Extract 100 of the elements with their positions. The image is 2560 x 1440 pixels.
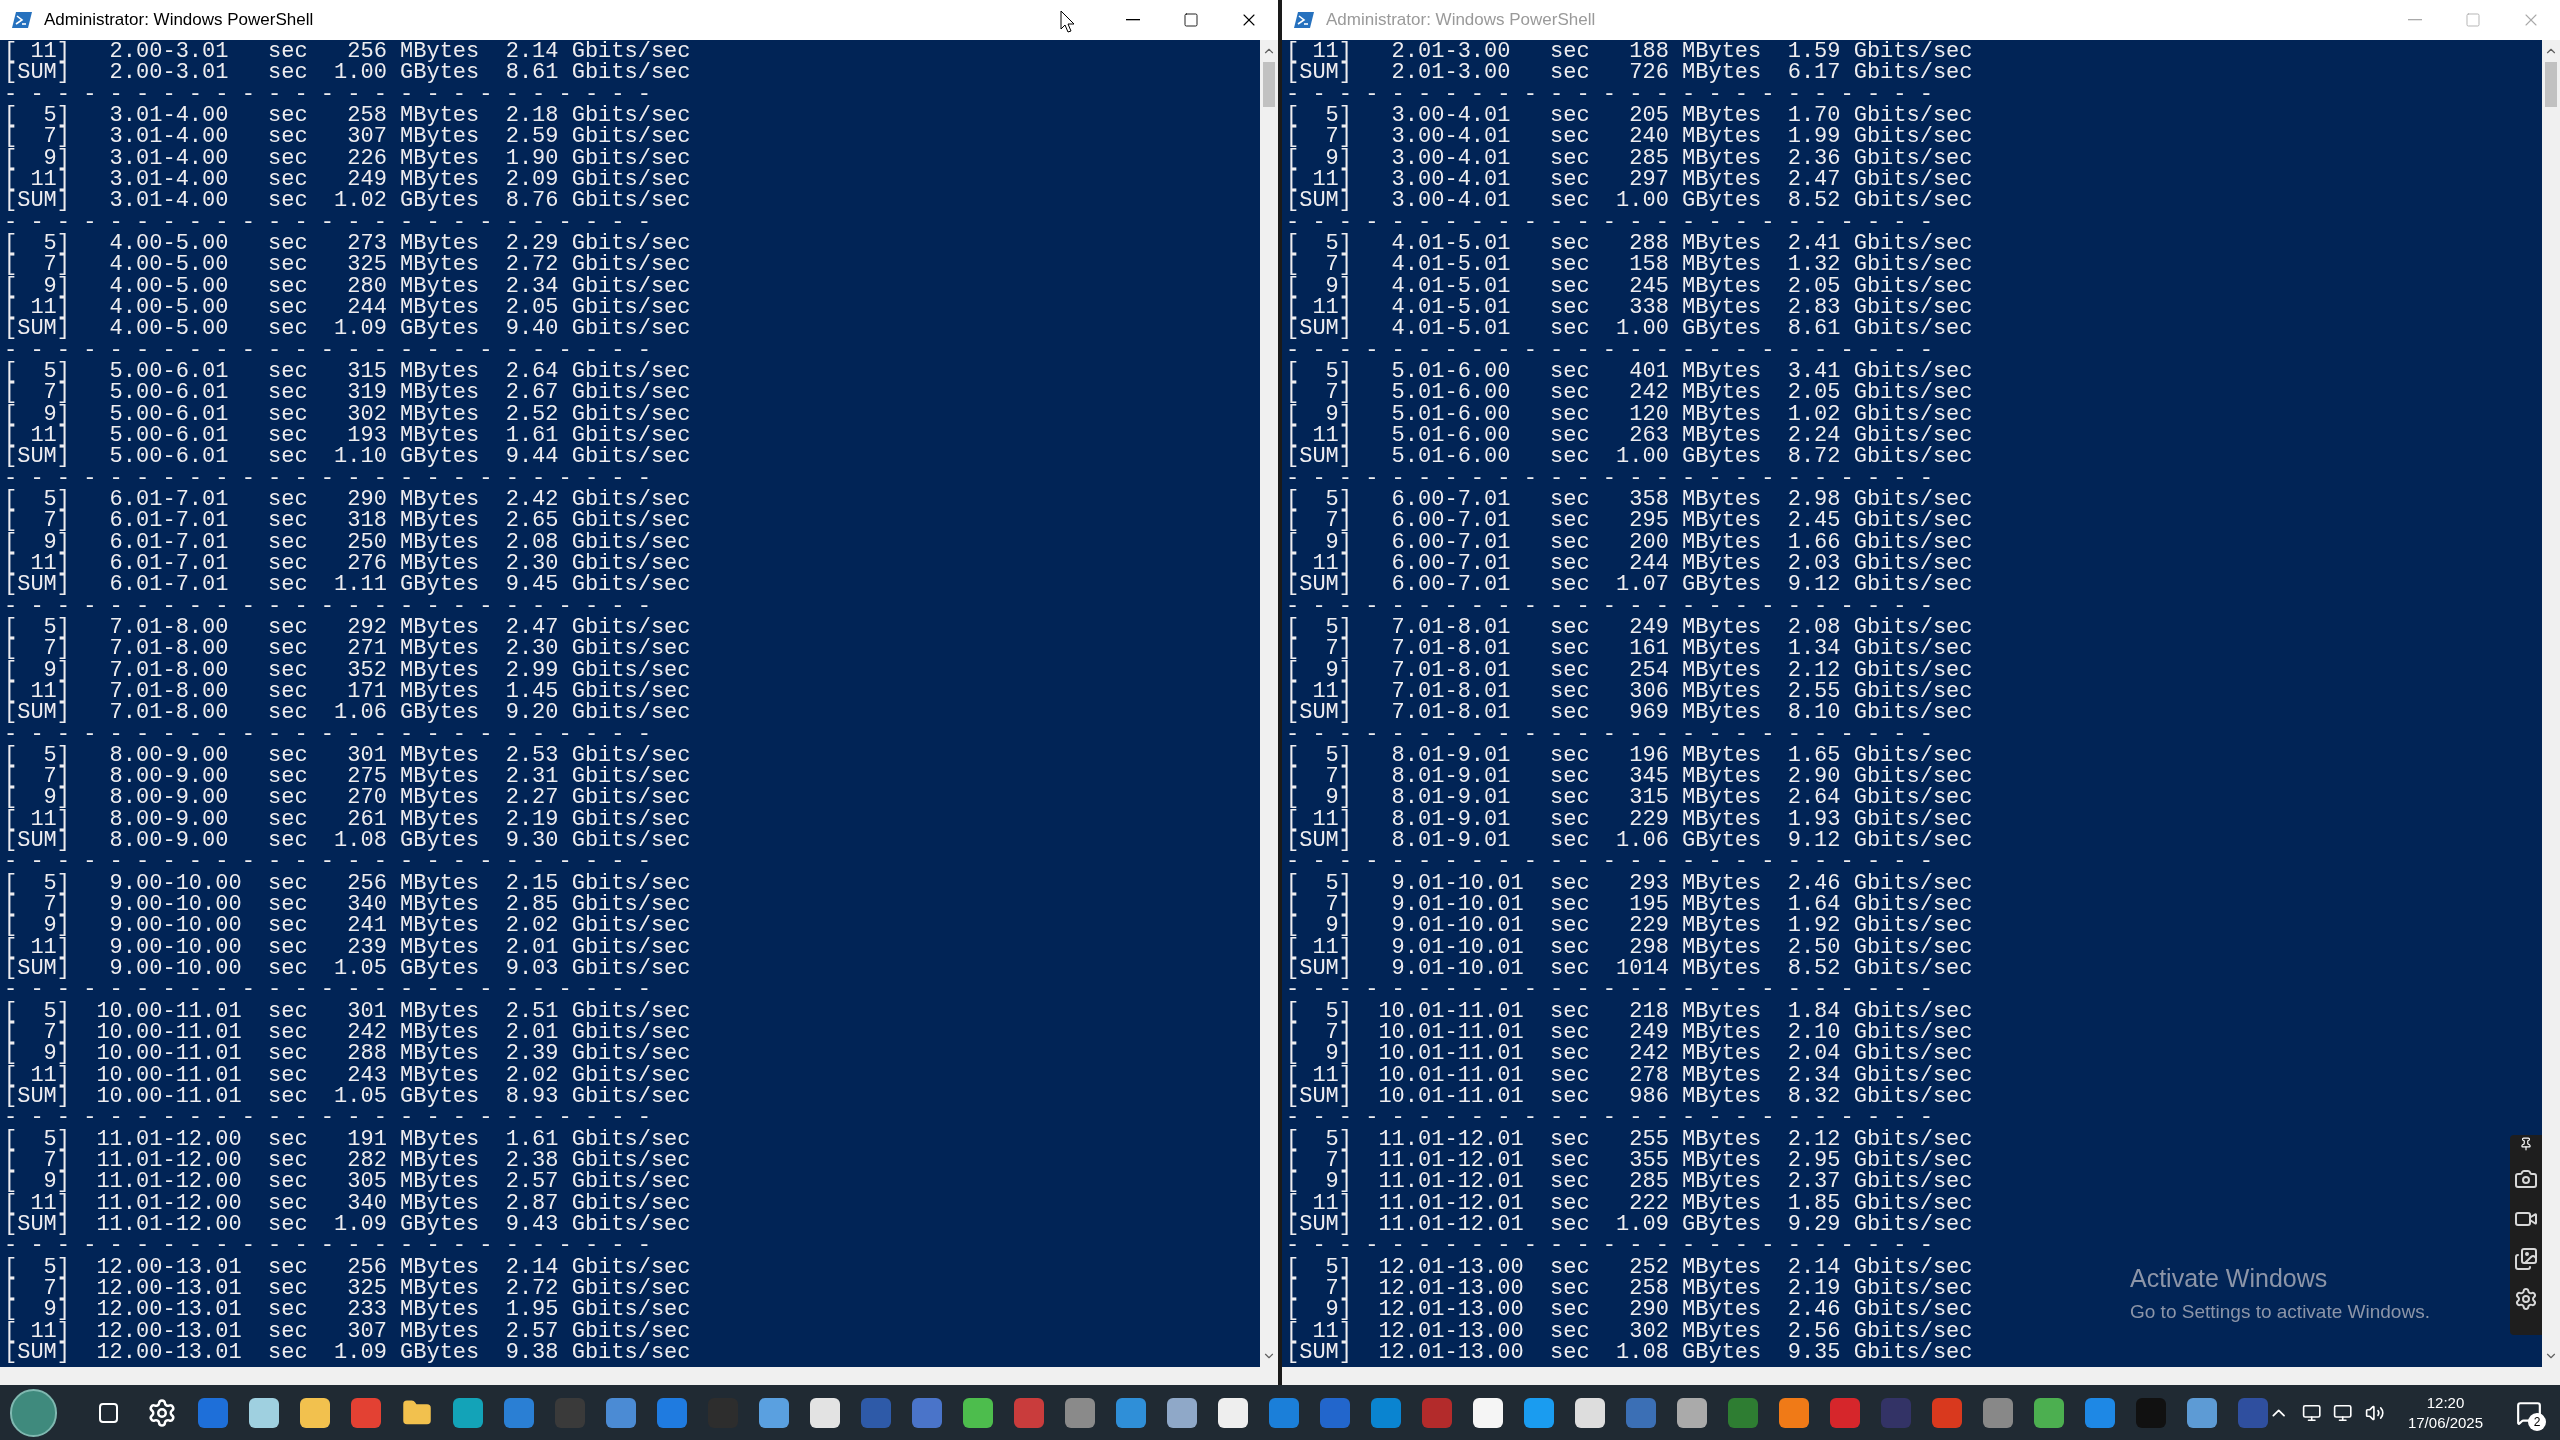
console-line: [ 11] 7.01-8.01 sec 306 MBytes 2.55 Gbits/sec (1286, 680, 1973, 703)
console-line: [ 7] 7.01-8.00 sec 271 MBytes 2.30 Gbits/sec (4, 638, 691, 660)
start-button[interactable] (10, 1388, 57, 1437)
console-line: [ 5] 5.00-6.01 sec 315 MBytes 2.64 Gbits/sec (4, 360, 691, 383)
console-line: [ 9] 10.00-11.01 sec 288 MBytes 2.39 Gbits/sec (4, 1043, 691, 1065)
console-line: [ 5] 10.00-11.01 sec 301 MBytes 2.51 Gbits/sec (4, 1000, 691, 1023)
console-line: [ 7] 9.00-10.00 sec 340 MBytes 2.85 Gbits/sec (4, 894, 691, 916)
window-title: Administrator: Windows PowerShell (44, 9, 314, 32)
console-line: [ 11] 3.01-4.00 sec 249 MBytes 2.09 Gbits/sec (4, 168, 691, 191)
console-line: [ 11] 12.01-13.00 sec 302 MBytes 2.56 Gbits/sec (1286, 1320, 1973, 1342)
scrollbar-thumb[interactable] (1263, 62, 1275, 107)
vertical-scrollbar[interactable] (2542, 40, 2560, 1367)
powershell-icon (12, 12, 32, 28)
console-line: [ 11] 11.01-12.00 sec 340 MBytes 2.87 Gbits/sec (4, 1192, 691, 1215)
console-line: [ 11] 8.00-9.00 sec 261 MBytes 2.19 Gbits/sec (4, 808, 691, 831)
console-line: [ 9] 8.01-9.01 sec 315 MBytes 2.64 Gbits/sec (1286, 787, 1973, 809)
console-line: [ 5] 6.00-7.01 sec 358 MBytes 2.98 Gbits/sec (1286, 488, 1973, 511)
maximize-icon (2465, 12, 2481, 28)
console-line: [SUM] 2.00-3.01 sec 1.00 GBytes 8.61 Gbits/sec (4, 62, 691, 84)
gallery-icon[interactable] (2514, 1247, 2538, 1271)
app-icon[interactable] (300, 1397, 331, 1428)
console-line: [ 7] 3.01-4.00 sec 307 MBytes 2.59 Gbits/sec (4, 126, 691, 148)
console-line: [ 5] 8.01-9.01 sec 196 MBytes 1.65 Gbits/sec (1286, 744, 1973, 767)
device-icon[interactable] (2301, 1402, 2322, 1423)
console-line: [ 9] 9.01-10.01 sec 229 MBytes 1.92 Gbits/sec (1286, 915, 1973, 937)
console-line: [ 5] 5.01-6.00 sec 401 MBytes 3.41 Gbits/sec (1286, 360, 1973, 383)
app-icon[interactable] (1575, 1397, 1606, 1428)
console-line: [ 9] 8.00-9.00 sec 270 MBytes 2.27 Gbits/sec (4, 787, 691, 809)
console-line: [ 5] 3.00-4.01 sec 205 MBytes 1.70 Gbits/sec (1286, 105, 1973, 127)
console-line: [SUM] 11.01-12.00 sec 1.09 GBytes 9.43 Gbits/sec (4, 1214, 691, 1236)
minimize-icon (1126, 19, 1140, 21)
horizontal-scrollbar[interactable] (0, 1367, 1278, 1385)
console-line: - - - - - - - - - - - - - - - - - - - - - - - - - (4, 723, 651, 745)
console-line: [ 11] 5.01-6.00 sec 263 MBytes 2.24 Gbits/sec (1286, 424, 1973, 447)
console-line: [ 7] 5.01-6.00 sec 242 MBytes 2.05 Gbits/sec (1286, 382, 1973, 404)
console-line: - - - - - - - - - - - - - - - - - - - - - - - - - (1286, 851, 1933, 873)
console-line: [ 9] 12.01-13.00 sec 290 MBytes 2.46 Gbits/sec (1286, 1299, 1973, 1321)
task-view-icon[interactable] (98, 1402, 119, 1423)
console-line: [ 5] 12.01-13.00 sec 252 MBytes 2.14 Gbits/sec (1286, 1256, 1973, 1279)
console-line: - - - - - - - - - - - - - - - - - - - - - - - - - (4, 467, 651, 489)
console-line: [ 7] 12.00-13.01 sec 325 MBytes 2.72 Gbits/sec (4, 1278, 691, 1300)
console-line: - - - - - - - - - - - - - - - - - - - - - - - - - (4, 339, 651, 361)
console-line: [ 5] 11.01-12.00 sec 191 MBytes 1.61 Gbits/sec (4, 1128, 691, 1151)
app-icon[interactable] (249, 1397, 280, 1428)
scrollbar-thumb[interactable] (2545, 62, 2557, 107)
settings-icon[interactable] (147, 1397, 178, 1428)
pin-icon[interactable] (2519, 1137, 2533, 1151)
notification-count: 2 (2528, 1412, 2546, 1431)
console-line: [ 11] 10.00-11.01 sec 243 MBytes 2.02 Gbits/sec (4, 1064, 691, 1087)
vertical-scrollbar[interactable] (1260, 40, 1278, 1367)
console-line: [ 7] 8.01-9.01 sec 345 MBytes 2.90 Gbits/sec (1286, 766, 1973, 788)
console-line: [SUM] 4.01-5.01 sec 1.00 GBytes 8.61 Gbits/sec (1286, 318, 1973, 340)
console-line: - - - - - - - - - - - - - - - - - - - - - - - - - (1286, 83, 1933, 105)
camera-icon[interactable] (2514, 1167, 2538, 1191)
console-line: [ 9] 7.01-8.00 sec 352 MBytes 2.99 Gbits/sec (4, 659, 691, 681)
console-line: [SUM] 9.01-10.01 sec 1014 MBytes 8.52 Gbits/sec (1286, 958, 1973, 980)
console-line: [ 5] 9.01-10.01 sec 293 MBytes 2.46 Gbits/sec (1286, 872, 1973, 895)
app-icon[interactable] (1473, 1397, 1504, 1428)
console-line: - - - - - - - - - - - - - - - - - - - - - - - - - (1286, 339, 1933, 361)
app-icon[interactable] (963, 1397, 994, 1428)
console-line: - - - - - - - - - - - - - - - - - - - - - - - - - (1286, 723, 1933, 745)
console-line: [ 7] 8.00-9.00 sec 275 MBytes 2.31 Gbits/sec (4, 766, 691, 788)
app-icon[interactable] (1167, 1397, 1198, 1428)
console-line: [ 5] 11.01-12.01 sec 255 MBytes 2.12 Gbits/sec (1286, 1128, 1973, 1151)
console-line: [ 11] 10.01-11.01 sec 278 MBytes 2.34 Gbits/sec (1286, 1064, 1973, 1087)
horizontal-scrollbar[interactable] (1282, 1367, 2560, 1385)
console-line: [ 7] 5.00-6.01 sec 319 MBytes 2.67 Gbits/sec (4, 382, 691, 404)
console-line: [ 11] 9.00-10.00 sec 239 MBytes 2.01 Gbits/sec (4, 936, 691, 959)
console-line: - - - - - - - - - - - - - - - - - - - - - - - - - (1286, 595, 1933, 617)
console-line: [ 7] 10.00-11.01 sec 242 MBytes 2.01 Gbits/sec (4, 1022, 691, 1044)
console-line: - - - - - - - - - - - - - - - - - - - - - - - - - (4, 211, 651, 233)
notification-button[interactable]: 2 (2511, 1394, 2546, 1431)
console-line: - - - - - - - - - - - - - - - - - - - - - - - - - (1286, 979, 1933, 1001)
console-line: [SUM] 5.00-6.01 sec 1.10 GBytes 9.44 Gbits/sec (4, 446, 691, 468)
console-line: [ 7] 4.01-5.01 sec 158 MBytes 1.32 Gbits/sec (1286, 254, 1973, 276)
app-icon[interactable] (1677, 1397, 1708, 1428)
console-line: [SUM] 11.01-12.01 sec 1.09 GBytes 9.29 Gbits/sec (1286, 1214, 1973, 1236)
console-line: [ 5] 7.01-8.00 sec 292 MBytes 2.47 Gbits/sec (4, 616, 691, 639)
console-line: [ 7] 7.01-8.01 sec 161 MBytes 1.34 Gbits/sec (1286, 638, 1973, 660)
window-title: Administrator: Windows PowerShell (1326, 9, 1596, 32)
console-line: [ 7] 3.00-4.01 sec 240 MBytes 1.99 Gbits/sec (1286, 126, 1973, 148)
console-line: [ 9] 3.01-4.00 sec 226 MBytes 1.90 Gbits/sec (4, 147, 691, 169)
console-line: [ 11] 5.00-6.01 sec 193 MBytes 1.61 Gbits/sec (4, 424, 691, 447)
app-icon[interactable] (810, 1397, 841, 1428)
settings-icon[interactable] (2514, 1287, 2538, 1311)
console-line: - - - - - - - - - - - - - - - - - - - - - - - - - (4, 851, 651, 873)
console-line: [SUM] 9.00-10.00 sec 1.05 GBytes 9.03 Gbits/sec (4, 958, 691, 980)
console-line: [ 9] 7.01-8.01 sec 254 MBytes 2.12 Gbits/sec (1286, 659, 1973, 681)
console-line: [SUM] 12.00-13.01 sec 1.09 GBytes 9.38 Gbits/sec (4, 1342, 691, 1364)
console-line: [ 7] 4.00-5.00 sec 325 MBytes 2.72 Gbits/sec (4, 254, 691, 276)
console-line: - - - - - - - - - - - - - - - - - - - - - - - - - (4, 979, 651, 1001)
console-line: [ 5] 12.00-13.01 sec 256 MBytes 2.14 Gbits/sec (4, 1256, 691, 1279)
console-line: [SUM] 7.01-8.01 sec 969 MBytes 8.10 Gbits/sec (1286, 702, 1973, 724)
clock[interactable]: 12:20 17/06/2025 (2407, 1392, 2483, 1433)
console-line: [SUM] 3.01-4.00 sec 1.02 GBytes 8.76 Gbits/sec (4, 190, 691, 212)
console-line: - - - - - - - - - - - - - - - - - - - - - - - - - (4, 595, 651, 617)
console-line: [ 7] 11.01-12.01 sec 355 MBytes 2.95 Gbits/sec (1286, 1150, 1973, 1172)
console-line: [SUM] 8.00-9.00 sec 1.08 GBytes 9.30 Gbits/sec (4, 830, 691, 852)
app-icon[interactable] (1218, 1397, 1249, 1428)
console-line: [ 11] 6.00-7.01 sec 244 MBytes 2.03 Gbits/sec (1286, 552, 1973, 575)
